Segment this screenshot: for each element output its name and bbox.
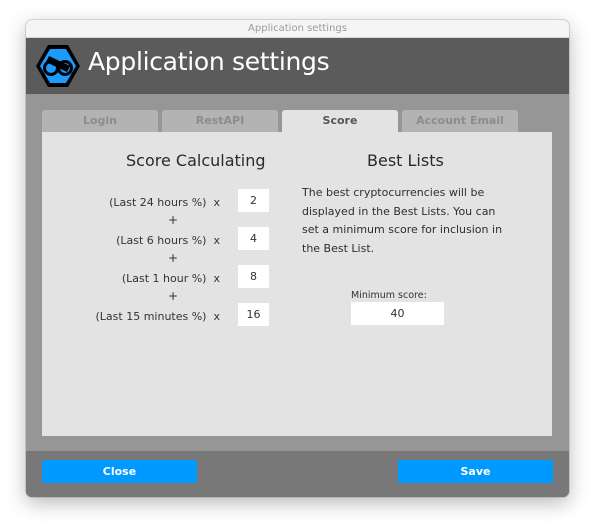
label-text: (Last 1 hour %) [121, 272, 207, 285]
multiply-sign: x [213, 310, 220, 323]
best-lists-title: Best Lists [367, 151, 444, 170]
weight-1h-input[interactable] [238, 265, 269, 288]
infinity-hexagon-logo-icon [36, 45, 80, 87]
weight-15m-input[interactable] [238, 303, 269, 326]
weight-6h-input[interactable] [238, 227, 269, 250]
formula-label-15m: (Last 15 minutes %) x [40, 310, 220, 323]
close-button[interactable]: Close [42, 460, 197, 483]
minimum-score-input[interactable] [351, 302, 444, 325]
settings-window: Application settings Application setting… [26, 20, 569, 497]
label-text: (Last 6 hours %) [116, 234, 207, 247]
formula-label-1h: (Last 1 hour %) x [40, 272, 220, 285]
label-text: (Last 24 hours %) [109, 196, 207, 209]
multiply-sign: x [213, 272, 220, 285]
window-titlebar: Application settings [26, 20, 569, 38]
tab-login[interactable]: Login [42, 110, 158, 132]
formula-label-6h: (Last 6 hours %) x [40, 234, 220, 247]
plus-sign: + [168, 213, 179, 227]
weight-24h-input[interactable] [238, 189, 269, 212]
plus-sign: + [168, 289, 179, 303]
multiply-sign: x [213, 234, 220, 247]
best-lists-description: The best cryptocurrencies will be displa… [302, 186, 503, 255]
tab-account-email[interactable]: Account Email [402, 110, 518, 132]
multiply-sign: x [213, 196, 220, 209]
score-calculating-title: Score Calculating [126, 151, 266, 170]
dialog-footer: Close Save [26, 451, 569, 497]
app-header: Application settings [26, 38, 569, 94]
label-text: (Last 15 minutes %) [95, 310, 207, 323]
plus-sign: + [168, 251, 179, 265]
formula-label-24h: (Last 24 hours %) x [40, 196, 220, 209]
tab-restapi[interactable]: RestAPI [162, 110, 278, 132]
score-panel: Score Calculating (Last 24 hours %) x + … [42, 132, 552, 436]
tab-score[interactable]: Score [282, 110, 398, 133]
save-button[interactable]: Save [398, 460, 553, 483]
minimum-score-label: Minimum score: [351, 290, 427, 301]
app-title: Application settings [88, 47, 330, 76]
